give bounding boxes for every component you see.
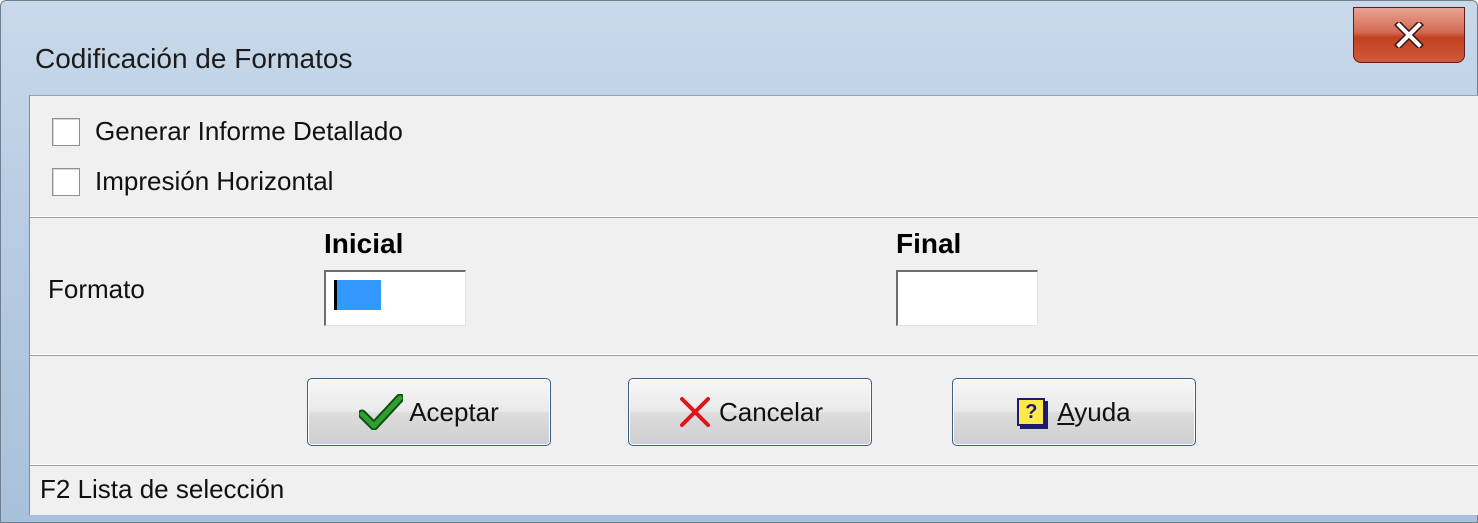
horizontal-print-label: Impresión Horizontal: [95, 166, 334, 196]
help-button-label: Ayuda: [1057, 396, 1131, 427]
final-format-input[interactable]: [896, 270, 1038, 326]
window-title: Codificación de Formatos: [35, 43, 353, 74]
dialog-window: Codificación de Formatos Generar Informe…: [0, 0, 1478, 523]
dialog-client-area: Generar Informe Detallado Impresión Hori…: [29, 95, 1478, 515]
buttons-section: Aceptar Cancelar ? Ayuda: [30, 355, 1478, 465]
detailed-report-label: Generar Informe Detallado: [95, 116, 403, 146]
status-bar: F2 Lista de selección: [30, 465, 1478, 515]
close-icon: [1394, 22, 1424, 48]
detailed-report-checkbox[interactable]: [52, 117, 80, 146]
final-header: Final: [896, 228, 962, 259]
cancel-button[interactable]: Cancelar: [628, 378, 872, 446]
x-mark-icon: [677, 394, 713, 430]
close-button[interactable]: [1353, 7, 1465, 63]
initial-header: Inicial: [324, 228, 404, 259]
status-text: F2 Lista de selección: [40, 474, 285, 504]
format-range-section: Inicial Final Formato: [30, 217, 1478, 355]
options-section: Generar Informe Detallado Impresión Hori…: [30, 95, 1478, 217]
help-icon: ?: [1017, 398, 1046, 426]
detailed-report-option[interactable]: Generar Informe Detallado: [52, 116, 403, 147]
horizontal-print-option[interactable]: Impresión Horizontal: [52, 166, 333, 197]
initial-format-input[interactable]: [324, 270, 466, 326]
checkmark-icon: [359, 394, 404, 430]
cancel-button-label: Cancelar: [718, 396, 824, 427]
format-label: Formato: [48, 274, 145, 304]
accept-button[interactable]: Aceptar: [307, 378, 551, 446]
help-button[interactable]: ? Ayuda: [952, 378, 1196, 446]
accept-button-label: Aceptar: [409, 396, 499, 427]
title-bar[interactable]: Codificación de Formatos: [1, 1, 1477, 93]
text-selection-highlight: [334, 280, 381, 310]
horizontal-print-checkbox[interactable]: [52, 167, 80, 196]
